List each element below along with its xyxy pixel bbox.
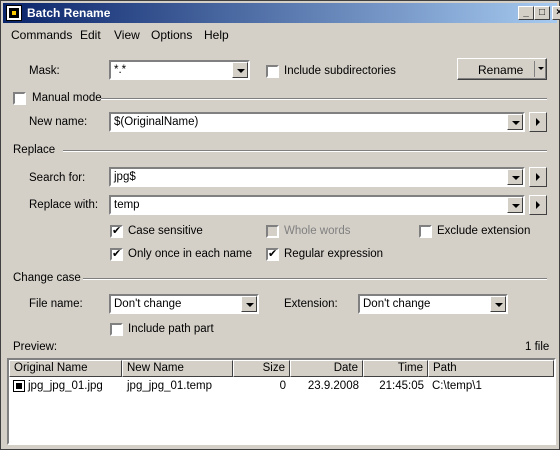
new-name-value: $(OriginalName): [114, 116, 199, 128]
preview-list[interactable]: Original Name New Name Size Date Time Pa…: [7, 358, 556, 445]
new-name-dropdown-icon[interactable]: [507, 114, 523, 130]
only-once-checkbox[interactable]: [110, 247, 123, 261]
extension-case-label: Extension:: [284, 298, 338, 310]
replace-with-combo[interactable]: temp: [109, 195, 525, 215]
close-button[interactable]: ×: [552, 6, 560, 20]
search-for-combo[interactable]: jpg$: [109, 167, 525, 187]
include-subdirectories-checkbox[interactable]: [266, 65, 279, 78]
minimize-button[interactable]: _: [518, 6, 534, 20]
menu-options[interactable]: Options: [151, 28, 192, 42]
column-header-new-name[interactable]: New Name: [122, 360, 233, 377]
include-subdirectories-label: Include subdirectories: [284, 65, 396, 77]
file-name-case-select[interactable]: Don't change: [109, 294, 259, 314]
column-header-path[interactable]: Path: [428, 360, 554, 377]
manual-mode-label: Manual mode: [32, 92, 102, 104]
column-header-time[interactable]: Time: [363, 360, 428, 377]
search-for-insert-button[interactable]: [529, 167, 547, 187]
replace-with-label: Replace with:: [29, 199, 99, 211]
replace-with-insert-button[interactable]: [529, 195, 547, 215]
change-case-section-label: Change case: [13, 272, 81, 284]
new-name-insert-button[interactable]: [529, 112, 547, 132]
menu-commands[interactable]: Commands: [11, 28, 72, 42]
window-title: Batch Rename: [27, 6, 111, 20]
replace-with-dropdown-icon[interactable]: [507, 197, 523, 213]
rename-button-label: Rename: [478, 63, 524, 77]
batch-rename-window: Batch Rename _ □ × Commands Edit View Op…: [0, 0, 560, 450]
row-original-name: jpg_jpg_01.jpg: [28, 380, 103, 392]
new-name-combo[interactable]: $(OriginalName): [109, 112, 525, 132]
preview-label: Preview:: [13, 341, 58, 353]
extension-case-value: Don't change: [363, 298, 431, 310]
search-for-value: jpg$: [114, 171, 136, 183]
title-bar: Batch Rename _ □ ×: [3, 3, 560, 23]
include-path-part-checkbox[interactable]: [110, 323, 123, 336]
new-name-label: New name:: [29, 116, 88, 128]
row-size: 0: [279, 380, 286, 392]
rename-dropdown-icon[interactable]: [538, 67, 544, 70]
mask-combo[interactable]: *.*: [109, 60, 250, 80]
file-name-case-value: Don't change: [114, 298, 182, 310]
manual-mode-checkbox[interactable]: [13, 92, 26, 105]
mask-value: *.*: [114, 64, 127, 76]
file-name-case-label: File name:: [29, 298, 83, 310]
row-new-name: jpg_jpg_01.temp: [127, 380, 213, 392]
mask-dropdown-icon[interactable]: [232, 62, 248, 78]
file-icon: [13, 380, 25, 392]
rename-button[interactable]: Rename: [457, 58, 547, 80]
extension-case-dropdown-icon[interactable]: [490, 296, 506, 312]
menu-help[interactable]: Help: [204, 28, 229, 42]
menu-bar: Commands Edit View Options Help: [3, 25, 557, 44]
include-path-part-label: Include path part: [128, 323, 214, 335]
regular-expression-checkbox[interactable]: [266, 247, 279, 261]
case-sensitive-label: Case sensitive: [128, 225, 203, 237]
row-path: C:\temp\1: [432, 380, 482, 392]
case-sensitive-checkbox[interactable]: [110, 224, 123, 238]
table-row[interactable]: jpg_jpg_01.jpg jpg_jpg_01.temp 0 23.9.20…: [9, 378, 554, 394]
whole-words-checkbox: [266, 225, 279, 238]
app-icon: [6, 5, 22, 21]
only-once-label: Only once in each name: [128, 248, 253, 260]
preview-count: 1 file: [525, 341, 550, 353]
mask-label: Mask:: [29, 65, 60, 77]
exclude-extension-label: Exclude extension: [437, 225, 531, 237]
extension-case-select[interactable]: Don't change: [358, 294, 508, 314]
manual-mode-divider: [101, 98, 547, 100]
replace-section-divider: [63, 150, 547, 152]
rename-split-divider: [534, 61, 535, 77]
file-name-case-dropdown-icon[interactable]: [241, 296, 257, 312]
maximize-button[interactable]: □: [534, 6, 550, 20]
column-header-original-name[interactable]: Original Name: [9, 360, 122, 377]
column-header-date[interactable]: Date: [290, 360, 363, 377]
replace-section-label: Replace: [13, 144, 56, 156]
exclude-extension-checkbox[interactable]: [419, 225, 432, 238]
row-date: 23.9.2008: [307, 380, 359, 392]
replace-with-value: temp: [114, 199, 140, 211]
menu-view[interactable]: View: [114, 28, 140, 42]
search-for-dropdown-icon[interactable]: [507, 169, 523, 185]
change-case-divider: [83, 278, 547, 280]
column-header-size[interactable]: Size: [233, 360, 290, 377]
regular-expression-label: Regular expression: [284, 248, 384, 260]
search-for-label: Search for:: [29, 172, 86, 184]
menu-edit[interactable]: Edit: [80, 28, 101, 42]
row-time: 21:45:05: [379, 380, 424, 392]
whole-words-label: Whole words: [284, 225, 351, 237]
